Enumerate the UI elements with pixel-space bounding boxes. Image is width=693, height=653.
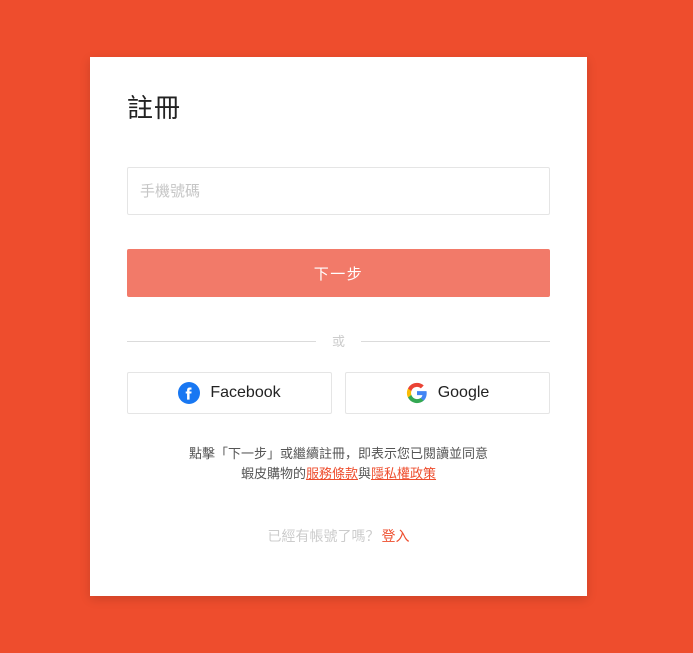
terms-of-service-link[interactable]: 服務條款 xyxy=(306,466,358,481)
facebook-login-label: Facebook xyxy=(210,384,281,401)
facebook-icon xyxy=(178,382,201,404)
existing-account-question: 已經有帳號了嗎？ xyxy=(267,528,380,544)
register-card: 註冊 下一步 或 Facebook xyxy=(90,57,587,596)
privacy-policy-link[interactable]: 隱私權政策 xyxy=(371,466,436,481)
divider-rule-left xyxy=(127,341,316,342)
social-login-row: Facebook Google xyxy=(127,372,550,414)
google-login-button[interactable]: Google xyxy=(345,372,550,414)
page-title: 註冊 xyxy=(127,93,182,123)
existing-account-row: 已經有帳號了嗎？ 登入 xyxy=(127,526,550,546)
login-link[interactable]: 登入 xyxy=(382,528,410,544)
terms-line-1: 點擊「下一步」或繼續註冊，即表示您已閱讀並同意 xyxy=(188,446,488,461)
page-root: 註冊 下一步 或 Facebook xyxy=(0,0,693,653)
google-login-label: Google xyxy=(437,384,490,401)
phone-number-input[interactable] xyxy=(127,167,550,215)
next-step-button[interactable]: 下一步 xyxy=(127,249,550,297)
terms-conjunction: 與 xyxy=(358,466,372,481)
google-icon xyxy=(406,382,428,404)
terms-notice: 點擊「下一步」或繼續註冊，即表示您已閱讀並同意 蝦皮購物的服務條款與隱私權政策 xyxy=(127,444,550,484)
phone-field-wrapper xyxy=(127,167,550,215)
facebook-login-button[interactable]: Facebook xyxy=(127,372,332,414)
terms-line-2-prefix: 蝦皮購物的 xyxy=(240,466,306,481)
divider-label: 或 xyxy=(332,334,346,349)
divider-rule-right xyxy=(361,341,551,342)
or-divider: 或 xyxy=(127,334,551,349)
